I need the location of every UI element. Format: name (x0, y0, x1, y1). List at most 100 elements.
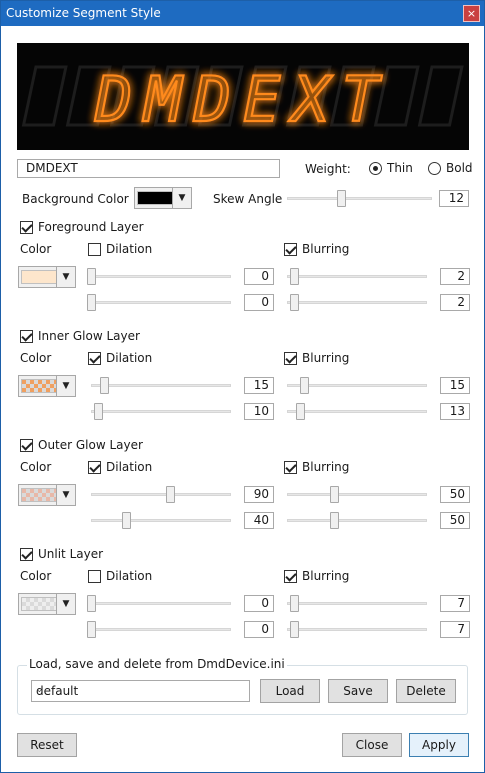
unlit-layer-dilation-value[interactable]: 0 (244, 595, 274, 612)
unlit-layer-dilation-checkbox[interactable] (88, 570, 101, 583)
skew-angle-slider[interactable] (337, 190, 346, 207)
outer-glow-layer-dilation-label: Dilation (106, 460, 153, 474)
inner-glow-layer-blurring-checkbox[interactable] (284, 352, 297, 365)
inner-glow-layer-dilation-checkbox[interactable] (88, 352, 101, 365)
inner-glow-layer-blurring-track (287, 410, 427, 413)
outer-glow-layer-checkbox[interactable] (20, 439, 33, 452)
chevron-down-icon: ⌄ (36, 685, 43, 694)
outer-glow-layer-color-picker[interactable]: ▼ (18, 484, 76, 506)
unlit-segment (417, 65, 464, 127)
outer-glow-layer-dilation-value[interactable]: 40 (244, 512, 274, 529)
weight-thin-label: Thin (387, 161, 413, 175)
unlit-layer-color-swatch (21, 597, 57, 611)
unlit-layer-blurring-value[interactable]: 7 (440, 621, 470, 638)
weight-label: Weight: (305, 162, 351, 176)
segment-text-input[interactable]: DMDEXT (17, 159, 280, 178)
skew-angle-value[interactable]: 12 (439, 190, 469, 207)
inner-glow-layer-dilation-value[interactable]: 10 (244, 403, 274, 420)
outer-glow-layer-color-label: Color (20, 460, 52, 474)
save-button[interactable]: Save (328, 679, 388, 703)
inner-glow-layer-blurring-slider[interactable] (296, 403, 305, 420)
outer-glow-layer-dilation-checkbox[interactable] (88, 461, 101, 474)
foreground-layer-blurring-slider[interactable] (290, 294, 299, 311)
outer-glow-layer-blurring-label: Blurring (302, 460, 350, 474)
outer-glow-layer-blurring-value[interactable]: 50 (440, 512, 470, 529)
preview-canvas: DMDEXT (21, 62, 464, 137)
inner-glow-layer-color-label: Color (20, 351, 52, 365)
inner-glow-layer-color-swatch (21, 379, 57, 393)
outer-glow-layer-dilation-slider[interactable] (166, 486, 175, 503)
foreground-layer-dilation-checkbox[interactable] (88, 243, 101, 256)
unlit-layer-blurring-value[interactable]: 7 (440, 595, 470, 612)
inner-glow-layer-dilation-slider[interactable] (100, 377, 109, 394)
preset-select[interactable]: default ⌄ (31, 680, 250, 702)
foreground-layer-dilation-track (91, 301, 231, 304)
unlit-layer-color-label: Color (20, 569, 52, 583)
inner-glow-layer-dilation-value[interactable]: 15 (244, 377, 274, 394)
outer-glow-layer-blurring-slider[interactable] (330, 486, 339, 503)
dropdown-arrow-icon: ▼ (56, 485, 75, 505)
inner-glow-layer-color-picker[interactable]: ▼ (18, 375, 76, 397)
background-color-picker[interactable]: ▼ (134, 187, 192, 209)
inner-glow-layer-dilation-track (91, 410, 231, 413)
outer-glow-layer-blurring-value[interactable]: 50 (440, 486, 470, 503)
storage-legend: Load, save and delete from DmdDevice.ini (27, 657, 287, 671)
unlit-layer-dilation-label: Dilation (106, 569, 153, 583)
inner-glow-layer-blurring-slider[interactable] (300, 377, 309, 394)
foreground-layer-color-picker[interactable]: ▼ (18, 266, 76, 288)
load-button[interactable]: Load (260, 679, 320, 703)
foreground-layer-dilation-slider[interactable] (87, 294, 96, 311)
customize-segment-style-dialog: Customize Segment Style × DMDEXT DMDEXT … (0, 0, 485, 773)
unlit-layer-dilation-value[interactable]: 0 (244, 621, 274, 638)
foreground-layer-dilation-value[interactable]: 0 (244, 294, 274, 311)
weight-thin-radio[interactable] (369, 162, 382, 175)
foreground-layer-blurring-checkbox[interactable] (284, 243, 297, 256)
apply-button[interactable]: Apply (409, 733, 469, 757)
unlit-layer-dilation-slider[interactable] (87, 621, 96, 638)
foreground-layer-blurring-value[interactable]: 2 (440, 268, 470, 285)
unlit-layer-blurring-label: Blurring (302, 569, 350, 583)
unlit-layer-color-picker[interactable]: ▼ (18, 593, 76, 615)
unlit-layer-checkbox[interactable] (20, 548, 33, 561)
outer-glow-layer-dilation-value[interactable]: 90 (244, 486, 274, 503)
weight-bold-radio[interactable] (428, 162, 441, 175)
close-button[interactable]: Close (342, 733, 402, 757)
outer-glow-layer-label: Outer Glow Layer (38, 438, 143, 452)
background-color-swatch (137, 191, 173, 205)
foreground-layer-checkbox[interactable] (20, 221, 33, 234)
outer-glow-layer-dilation-slider[interactable] (122, 512, 131, 529)
segment-preview: DMDEXT (17, 43, 469, 150)
foreground-layer-blurring-track (287, 301, 427, 304)
foreground-layer-dilation-label: Dilation (106, 242, 153, 256)
unlit-segment (21, 65, 68, 127)
inner-glow-layer-checkbox[interactable] (20, 330, 33, 343)
outer-glow-layer-blurring-track (287, 493, 427, 496)
inner-glow-layer-blurring-label: Blurring (302, 351, 350, 365)
delete-button[interactable]: Delete (396, 679, 456, 703)
foreground-layer-dilation-value[interactable]: 0 (244, 268, 274, 285)
foreground-layer-color-swatch (21, 270, 57, 284)
outer-glow-layer-dilation-track (91, 493, 231, 496)
inner-glow-layer-blurring-value[interactable]: 15 (440, 377, 470, 394)
unlit-layer-blurring-checkbox[interactable] (284, 570, 297, 583)
inner-glow-layer-dilation-slider[interactable] (94, 403, 103, 420)
skew-angle-label: Skew Angle (213, 192, 283, 206)
foreground-layer-color-label: Color (20, 242, 52, 256)
preview-text: DMDEXT (94, 63, 391, 136)
inner-glow-layer-blurring-value[interactable]: 13 (440, 403, 470, 420)
foreground-layer-blurring-value[interactable]: 2 (440, 294, 470, 311)
window-title: Customize Segment Style (6, 6, 161, 20)
title-bar: Customize Segment Style × (1, 1, 484, 26)
unlit-layer-blurring-slider[interactable] (290, 621, 299, 638)
outer-glow-layer-dilation-track (91, 519, 231, 522)
foreground-layer-blurring-slider[interactable] (290, 268, 299, 285)
reset-button[interactable]: Reset (17, 733, 77, 757)
close-window-button[interactable]: × (463, 5, 480, 22)
unlit-layer-dilation-slider[interactable] (87, 595, 96, 612)
foreground-layer-dilation-slider[interactable] (87, 268, 96, 285)
outer-glow-layer-blurring-slider[interactable] (330, 512, 339, 529)
unlit-layer-dilation-track (91, 628, 231, 631)
unlit-layer-blurring-slider[interactable] (290, 595, 299, 612)
unlit-layer-dilation-track (91, 602, 231, 605)
outer-glow-layer-blurring-checkbox[interactable] (284, 461, 297, 474)
